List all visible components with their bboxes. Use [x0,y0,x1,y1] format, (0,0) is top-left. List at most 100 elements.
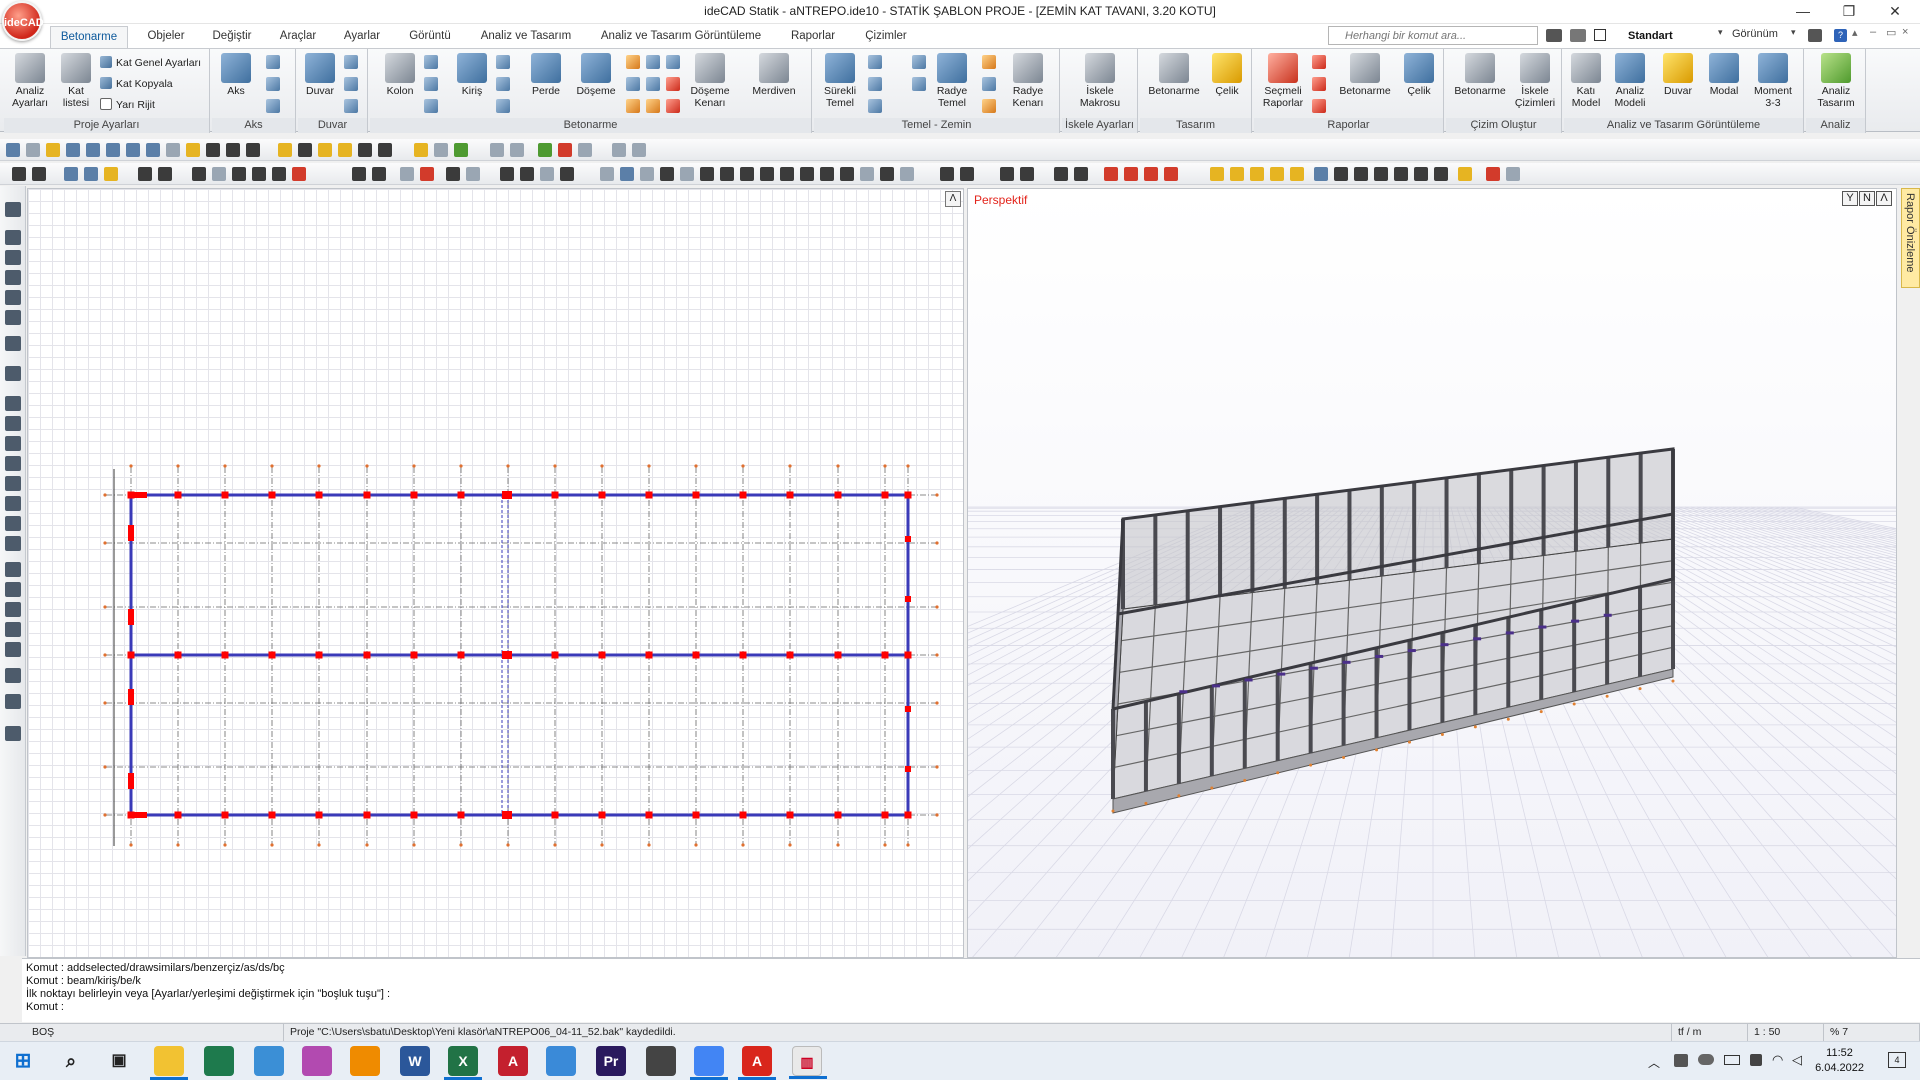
offset-icon[interactable] [400,167,414,181]
stair-icon[interactable] [5,310,21,325]
stack-icon[interactable] [5,456,21,471]
kiris-button[interactable]: Kiriş [454,53,490,97]
aks-button[interactable]: Aks [218,53,254,97]
layer-manager-icon[interactable] [186,143,200,157]
slab-opening-icon[interactable] [626,99,640,113]
hatch-icon[interactable] [640,167,654,181]
iskele-cizimleri-button[interactable]: İskele Çizimleri [1512,53,1558,109]
analiz-modeli-button[interactable]: Analiz Modeli [1608,53,1652,109]
pen-tray-icon[interactable] [1750,1054,1762,1066]
report-pdf-icon[interactable] [1312,99,1326,113]
tools-icon[interactable] [1808,29,1822,42]
auto-icon[interactable] [5,694,21,709]
view-menu[interactable]: Görünüm [1732,28,1778,40]
rapor-celik-button[interactable]: Çelik [1400,53,1438,97]
wall-arc-icon[interactable] [344,99,358,113]
redo-icon[interactable] [146,143,160,157]
rotate-axis-icon[interactable] [266,77,280,91]
move-icon[interactable] [192,167,206,181]
axis-tool-icon[interactable] [266,55,280,69]
shade-icon[interactable] [1250,167,1264,181]
list-icon[interactable] [5,202,21,217]
analysis-run-icon[interactable] [454,143,468,157]
perde-button[interactable]: Perde [528,53,564,97]
block-icon[interactable] [620,167,634,181]
style-icon[interactable] [1594,29,1606,41]
tab-analiz-goruntuleme[interactable]: Analiz ve Tasarım Görüntüleme [592,26,770,48]
text-icon[interactable] [700,167,714,181]
tab-araclar[interactable]: Araçlar [272,26,324,48]
layer-copy-icon[interactable] [5,250,21,265]
frame-icon[interactable] [5,476,21,491]
idecad-icon[interactable]: ▥ [789,1046,827,1079]
kolon-button[interactable]: Kolon [382,53,418,97]
animation-icon[interactable] [1458,167,1472,181]
mdi-close-icon[interactable]: × [1902,26,1908,38]
section-3d-icon[interactable] [1434,167,1448,181]
duvar-button[interactable]: Duvar [302,53,338,97]
layers-icon[interactable] [1570,29,1586,42]
spline-icon[interactable] [720,167,734,181]
raft-tool-icon[interactable] [982,55,996,69]
snap-grid-icon[interactable] [318,143,332,157]
sun-icon[interactable] [1270,167,1284,181]
scale-icon[interactable] [272,167,286,181]
analiz-ayarlari-button[interactable]: Analiz Ayarları [8,53,52,109]
axis-edit-icon[interactable] [266,99,280,113]
legend-icon[interactable] [900,167,914,181]
autocad-icon[interactable]: A [738,1046,776,1080]
status-zoom[interactable]: % 7 [1824,1024,1920,1042]
radye-temel-button[interactable]: Radye Temel [930,53,974,109]
view-front-icon[interactable] [1074,167,1088,181]
mdi-restore-icon[interactable]: ▭ [1886,26,1896,39]
document-icon[interactable] [5,366,21,381]
wall-edit-icon[interactable] [344,77,358,91]
foundation-edit-icon[interactable] [868,99,882,113]
floor-icon[interactable] [5,290,21,305]
zigzag-icon[interactable] [840,167,854,181]
open-folder-icon[interactable] [46,143,60,157]
menu-settings-icon[interactable] [1546,29,1562,42]
snap-perp-icon[interactable] [378,143,392,157]
tab-goruntu[interactable]: Görüntü [400,26,460,48]
view-elevation-icon[interactable] [1164,167,1178,181]
building-icon[interactable] [5,270,21,285]
home-icon[interactable] [6,143,20,157]
snap-intersection-icon[interactable] [414,143,428,157]
zoom-icon[interactable] [12,167,26,181]
ibeam-icon[interactable] [5,396,21,411]
dimension-icon[interactable] [510,143,524,157]
save-icon[interactable] [66,143,80,157]
tab-cizimler[interactable]: Çizimler [856,26,916,48]
app-dark-icon[interactable] [646,1046,676,1076]
premiere-icon[interactable]: Pr [596,1046,626,1076]
slab-rib-icon[interactable] [646,77,660,91]
snap-axis-icon[interactable] [338,143,352,157]
frame-copy-icon[interactable] [5,496,21,511]
rebar-icon[interactable] [5,336,21,351]
print-icon[interactable] [106,143,120,157]
copy-icon[interactable] [212,167,226,181]
wave-icon[interactable] [820,167,834,181]
windows-start-icon[interactable]: ⊞ [8,1046,38,1076]
purlin-icon[interactable] [5,602,21,617]
notification-icon[interactable]: 4 [1888,1052,1906,1068]
doseme-kenari-button[interactable]: Döşeme Kenarı [688,53,732,109]
extend-icon[interactable] [372,167,386,181]
analiz-tasarim-button[interactable]: Analiz Tasarım [1810,53,1862,109]
mirror-icon[interactable] [252,167,266,181]
kati-model-button[interactable]: Katı Model [1566,53,1606,109]
image-icon[interactable] [600,167,614,181]
hatch-grid-icon[interactable] [660,167,674,181]
perspective-view[interactable]: Perspektif YNΛ [967,188,1897,958]
dimension-angle-icon[interactable] [880,167,894,181]
undo-icon[interactable] [126,143,140,157]
restore-button[interactable]: ❐ [1826,0,1872,24]
report-list-icon[interactable] [1312,55,1326,69]
slab-load-icon[interactable] [666,77,680,91]
column-tool-icon[interactable] [424,55,438,69]
rotate-icon[interactable] [232,167,246,181]
beam-arc-icon[interactable] [496,99,510,113]
paint-icon[interactable] [254,1046,284,1076]
moment-button[interactable]: Moment 3-3 [1748,53,1798,109]
